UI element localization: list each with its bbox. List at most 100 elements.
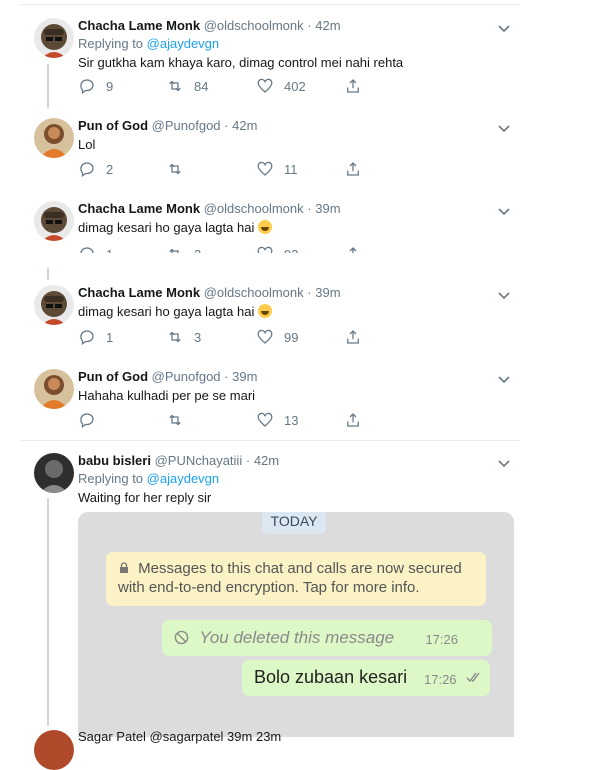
retweet-button[interactable]: 3	[166, 328, 201, 346]
reply-count: 1	[106, 247, 113, 254]
author-handle[interactable]: @oldschoolmonk	[204, 285, 304, 300]
monk-avatar-icon	[34, 201, 74, 241]
share-icon	[347, 413, 359, 427]
author-handle[interactable]: @Punofgod	[152, 369, 221, 384]
message-bubble: Bolo zubaan kesari 17:26	[242, 660, 490, 696]
chevron-down-icon[interactable]	[496, 287, 512, 308]
retweet-button[interactable]: 84	[166, 77, 208, 95]
reply-icon	[80, 79, 94, 95]
share-button[interactable]	[344, 245, 362, 253]
retweet-icon	[169, 163, 181, 175]
reply-icon	[80, 330, 94, 346]
retweet-button[interactable]	[166, 160, 194, 178]
like-button[interactable]: 11	[256, 160, 298, 178]
author-name[interactable]: babu bisleri	[78, 453, 151, 468]
retweet-button[interactable]	[166, 411, 194, 429]
like-count: 13	[284, 412, 299, 428]
reply-button[interactable]: 2	[78, 160, 113, 178]
author-handle[interactable]: @Punofgod	[152, 118, 221, 133]
retweet-icon	[169, 80, 181, 92]
tweet-actions: 9 84 402	[78, 77, 378, 97]
replying-handle-link[interactable]: @ajaydevgn	[147, 471, 219, 486]
reply-button[interactable]: 1	[78, 328, 113, 346]
tweet-time[interactable]: 39m	[315, 201, 340, 216]
share-icon	[349, 247, 357, 253]
replying-to: Replying to @ajaydevgn	[78, 36, 520, 52]
avatar[interactable]	[34, 369, 74, 409]
tweet-actions: 2 11	[78, 160, 378, 180]
chevron-down-icon[interactable]	[496, 120, 512, 141]
divider	[20, 440, 520, 441]
like-button[interactable]: 93	[256, 245, 298, 253]
laughing-emoji-icon	[257, 304, 272, 318]
reply-icon	[80, 162, 94, 178]
author-name[interactable]: Chacha Lame Monk	[78, 285, 200, 300]
pun-of-god-avatar-icon	[34, 118, 74, 158]
like-count: 99	[284, 329, 299, 345]
tweet-time[interactable]: 39m	[315, 285, 340, 300]
retweet-count: 3	[194, 247, 201, 254]
like-button[interactable]: 13	[256, 411, 298, 429]
lock-icon	[120, 562, 128, 573]
tweet-time[interactable]: 42m	[315, 18, 340, 33]
tweet-text: dimag kesari ho gaya lagta hai	[78, 304, 255, 319]
thread-connector	[47, 498, 49, 726]
reply-button[interactable]	[78, 411, 106, 429]
author-handle[interactable]: @PUNchayatiii	[155, 453, 243, 468]
heart-icon	[257, 78, 273, 93]
share-button[interactable]	[344, 411, 362, 429]
chevron-down-icon[interactable]	[496, 455, 512, 476]
like-button[interactable]: 402	[256, 77, 306, 95]
tweet-media-image[interactable]: TODAY Messages to this chat and calls ar…	[78, 512, 514, 737]
chevron-down-icon[interactable]	[496, 203, 512, 224]
chevron-down-icon[interactable]	[496, 371, 512, 392]
replying-label: Replying to	[78, 36, 144, 51]
reply-button[interactable]: 1	[78, 245, 113, 253]
author-name[interactable]: Chacha Lame Monk	[78, 18, 200, 33]
date-chip: TODAY	[262, 512, 326, 534]
tweet-time[interactable]: 42m	[254, 453, 279, 468]
replying-handle-link[interactable]: @ajaydevgn	[147, 36, 219, 51]
author-handle[interactable]: @oldschoolmonk	[204, 18, 304, 33]
heart-icon	[257, 329, 273, 344]
chevron-down-icon[interactable]	[496, 20, 512, 41]
retweet-button[interactable]: 3	[166, 245, 201, 253]
author-name[interactable]: Pun of God	[78, 118, 148, 133]
retweet-icon	[169, 331, 181, 343]
avatar[interactable]	[34, 18, 74, 58]
reply-icon	[80, 247, 94, 253]
share-icon	[347, 79, 359, 93]
avatar[interactable]	[34, 285, 74, 325]
author-name[interactable]: Pun of God	[78, 369, 148, 384]
reply-count: 1	[106, 329, 114, 345]
share-button[interactable]	[344, 160, 362, 178]
avatar[interactable]	[34, 201, 74, 241]
like-button[interactable]: 99	[256, 328, 298, 346]
avatar[interactable]	[34, 730, 74, 770]
retweet-icon	[169, 414, 181, 426]
tweet-text: dimag kesari ho gaya lagta hai	[78, 220, 255, 235]
tweet-text: Sir gutkha kam khaya karo, dimag control…	[78, 55, 404, 70]
tweet[interactable]: Chacha Lame Monk @oldschoolmonk · 39m di…	[20, 201, 520, 253]
reply-button[interactable]: 9	[78, 77, 113, 95]
share-button[interactable]	[344, 328, 362, 346]
share-button[interactable]	[344, 77, 362, 95]
tweet-time[interactable]: 42m	[232, 118, 257, 133]
tweet[interactable]: babu bisleri @PUNchayatiii · 42m Replyin…	[20, 453, 520, 513]
message-time: 17:26	[425, 632, 458, 647]
heart-icon	[257, 246, 273, 253]
author-name[interactable]: Chacha Lame Monk	[78, 201, 200, 216]
double-check-icon	[466, 672, 480, 683]
tweet-text: Hahaha kulhadi per pe se mari	[78, 388, 256, 403]
retweet-icon	[169, 248, 179, 253]
avatar[interactable]	[34, 118, 74, 158]
like-count: 93	[284, 247, 298, 254]
tweet-actions: 13	[78, 411, 378, 431]
deleted-message-bubble: You deleted this message 17:26	[162, 620, 492, 656]
deleted-message-text: You deleted this message	[199, 628, 395, 647]
reply-count: 2	[106, 161, 114, 177]
tweet-time[interactable]: 39m	[232, 369, 257, 384]
avatar[interactable]	[34, 453, 74, 493]
share-icon	[347, 162, 359, 176]
author-handle[interactable]: @oldschoolmonk	[204, 201, 304, 216]
